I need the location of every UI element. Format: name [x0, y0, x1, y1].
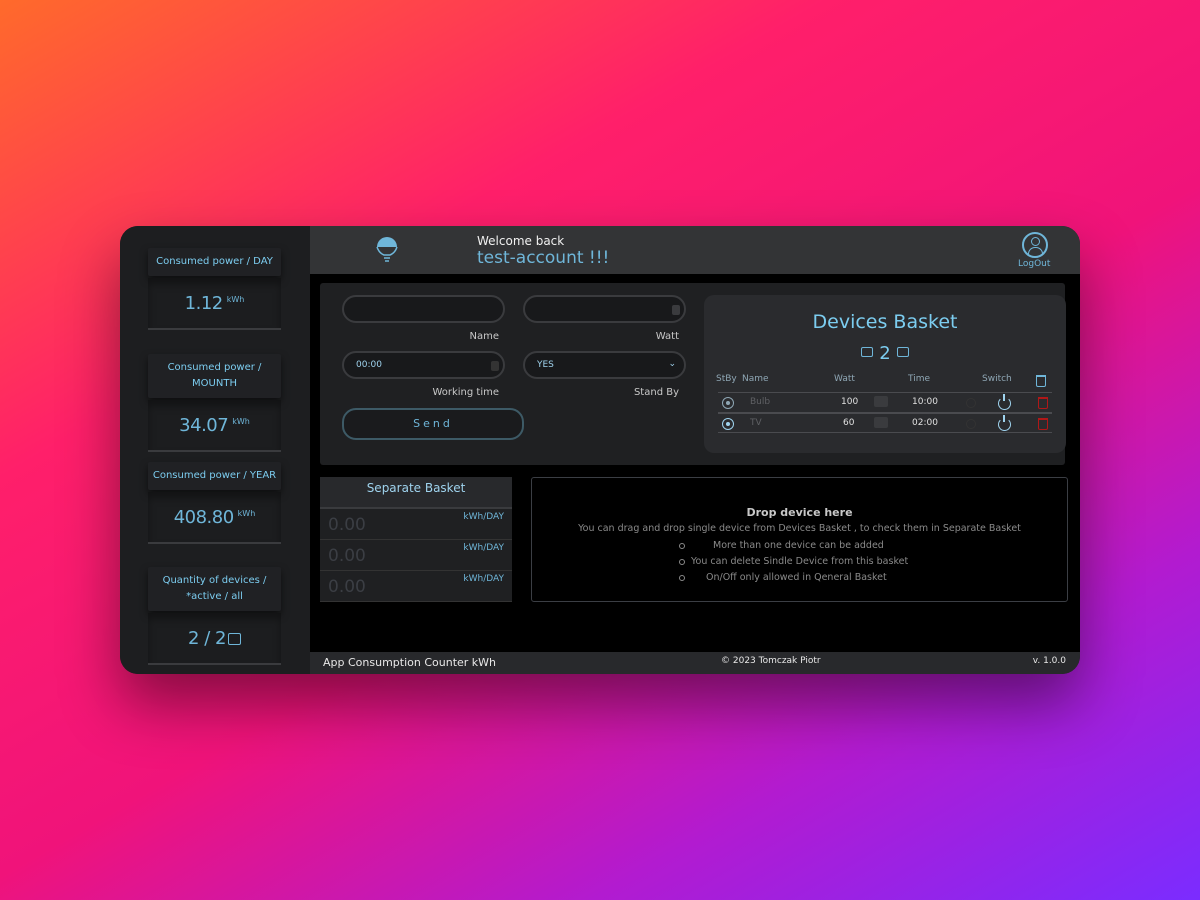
separate-value: 0.00: [328, 577, 366, 597]
device-time: 02:00: [912, 418, 938, 428]
trash-icon[interactable]: [1038, 397, 1048, 409]
footer: App Consumption Counter kWh © 2023 Tomcz…: [310, 652, 1080, 674]
drop-zone-subtitle: You can drag and drop single device from…: [578, 523, 1021, 534]
row-divider: [718, 412, 1052, 414]
device-form-panel: Name Watt 00:00 Working time YES ⌄ Stand…: [320, 283, 1066, 465]
stat-label: Consumed power / DAY: [148, 248, 281, 276]
account-name: test-account !!!: [477, 248, 610, 268]
list-item: 0.00 kWh/DAY: [320, 509, 512, 540]
edit-watt-button[interactable]: [874, 417, 888, 428]
stats-sidebar: Consumed power / DAY 1.12 kWh Consumed p…: [120, 226, 310, 674]
hint-item: On/Off only allowed in Qeneral Basket: [679, 570, 908, 586]
delete-all-icon[interactable]: [1036, 375, 1046, 387]
separate-basket: Separate Basket 0.00 kWh/DAY 0.00 kWh/DA…: [320, 477, 512, 602]
stat-card-month: Consumed power / MOUNTH 34.07 kWh: [148, 354, 281, 452]
col-watt: Watt: [834, 374, 855, 384]
drop-zone-title: Drop device here: [746, 506, 853, 519]
top-header: Welcome back test-account !!! LogOut: [310, 226, 1080, 274]
stat-unit: kWh: [237, 508, 256, 518]
logout-link[interactable]: LogOut: [1018, 259, 1050, 269]
col-name: Name: [742, 374, 769, 384]
footer-title: App Consumption Counter kWh: [323, 656, 497, 669]
stat-card-devices: Quantity of devices / *active / all 2 / …: [148, 567, 281, 665]
name-label: Name: [469, 331, 499, 342]
device-name: TV: [750, 418, 762, 428]
working-time-label: Working time: [432, 387, 499, 398]
trash-icon[interactable]: [1038, 418, 1048, 430]
device-count: 2: [704, 343, 1066, 364]
standby-label: Stand By: [633, 387, 679, 398]
edit-watt-button[interactable]: [874, 396, 888, 407]
bulb-icon: [376, 237, 398, 262]
drop-zone-hints: More than one device can be added You ca…: [679, 538, 908, 586]
plug-icon: [861, 347, 874, 357]
stat-value: 408.80: [173, 506, 234, 528]
separate-value: 0.00: [328, 546, 366, 566]
working-time-value: 00:00: [356, 360, 382, 370]
device-name: Bulb: [750, 397, 771, 407]
row-divider: [718, 432, 1052, 433]
plug-icon: [896, 347, 909, 357]
separate-value: 0.00: [328, 515, 366, 535]
devices-basket: Devices Basket 2 StBy Name Watt Time Swi…: [704, 295, 1066, 453]
number-spinner-icon[interactable]: [672, 305, 680, 315]
col-switch: Switch: [982, 374, 1012, 384]
user-icon[interactable]: [1022, 232, 1048, 258]
clock-icon[interactable]: [491, 361, 499, 371]
standby-value: YES: [537, 360, 554, 370]
footer-version: v. 1.0.0: [1032, 656, 1066, 666]
stat-value-box: 408.80 kWh: [148, 492, 281, 544]
main-content: Name Watt 00:00 Working time YES ⌄ Stand…: [310, 274, 1080, 652]
stat-label: Consumed power / YEAR: [148, 462, 281, 490]
col-time: Time: [908, 374, 931, 384]
welcome-text: Welcome back: [477, 234, 565, 248]
footer-copyright: © 2023 Tomczak Piotr: [721, 656, 821, 666]
list-item: 0.00 kWh/DAY: [320, 540, 512, 571]
stat-value: 2 / 2: [188, 627, 226, 649]
col-stby: StBy: [716, 374, 737, 384]
device-time: 10:00: [912, 397, 938, 407]
standby-select[interactable]: YES ⌄: [523, 351, 686, 379]
separate-unit: kWh/DAY: [463, 543, 504, 553]
list-item: 0.00 kWh/DAY: [320, 571, 512, 602]
stat-value: 1.12: [184, 292, 224, 314]
separate-unit: kWh/DAY: [463, 512, 504, 522]
status-dot-icon: [966, 398, 976, 408]
stat-unit: kWh: [226, 294, 245, 304]
watt-label: Watt: [655, 331, 679, 342]
device-count-value: 2: [879, 343, 891, 364]
watt-input[interactable]: [523, 295, 686, 323]
working-time-input[interactable]: 00:00: [342, 351, 505, 379]
stat-unit: kWh: [232, 416, 250, 426]
standby-radio-icon[interactable]: [722, 418, 734, 430]
power-icon[interactable]: [998, 415, 1011, 431]
stat-card-year: Consumed power / YEAR 408.80 kWh: [148, 462, 281, 544]
stat-value-box: 2 / 2: [148, 613, 281, 665]
stat-value-box: 34.07 kWh: [148, 400, 281, 452]
power-icon[interactable]: [998, 394, 1011, 410]
standby-radio-icon[interactable]: [722, 397, 734, 409]
device-watt: 100: [841, 397, 859, 407]
plug-icon: [227, 633, 241, 645]
stat-label: Consumed power / MOUNTH: [148, 354, 281, 398]
status-dot-icon: [966, 419, 976, 429]
name-input[interactable]: [342, 295, 505, 323]
device-watt: 60: [843, 418, 855, 428]
send-button[interactable]: Send: [342, 408, 524, 440]
app-window: Consumed power / DAY 1.12 kWh Consumed p…: [120, 226, 1080, 674]
chevron-down-icon: ⌄: [668, 359, 676, 369]
separate-unit: kWh/DAY: [463, 574, 504, 584]
hint-item: More than one device can be added: [679, 538, 908, 554]
stat-value: 34.07: [179, 414, 229, 436]
stat-value-box: 1.12 kWh: [148, 278, 281, 330]
drop-zone[interactable]: Drop device here You can drag and drop s…: [531, 477, 1068, 602]
separate-basket-title: Separate Basket: [320, 477, 512, 509]
row-divider: [718, 392, 1052, 393]
stat-card-day: Consumed power / DAY 1.12 kWh: [148, 248, 281, 330]
devices-basket-title: Devices Basket: [812, 311, 958, 333]
hint-item: You can delete Sindle Device from this b…: [679, 554, 908, 570]
stat-label: Quantity of devices / *active / all: [148, 567, 281, 611]
